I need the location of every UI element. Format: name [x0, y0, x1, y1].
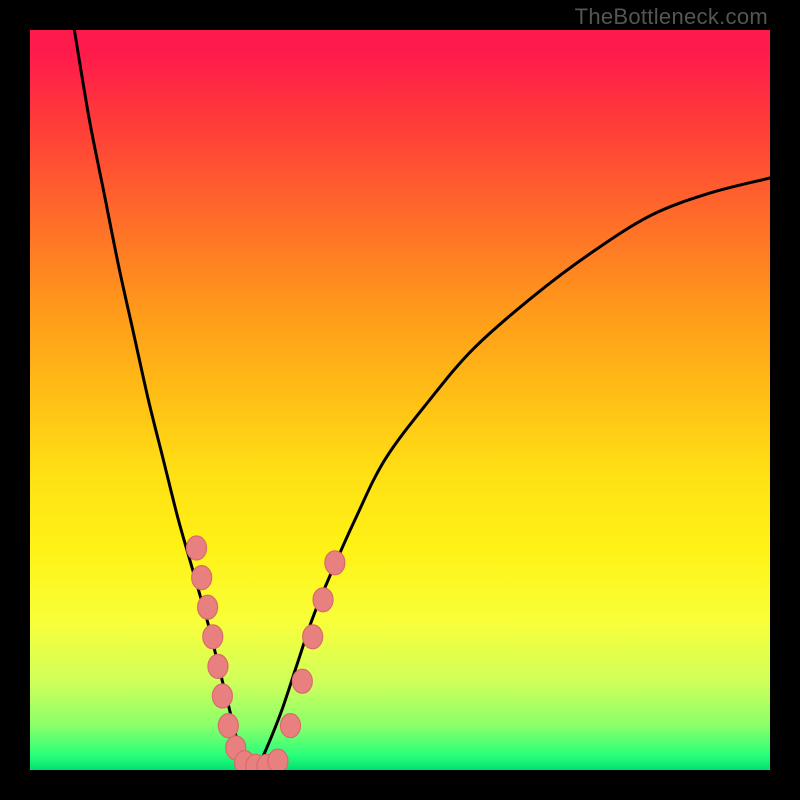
data-dot [313, 588, 333, 612]
data-dot [218, 714, 238, 738]
plot-area [30, 30, 770, 770]
data-dot [187, 536, 207, 560]
watermark-text: TheBottleneck.com [575, 4, 768, 30]
data-dot [292, 669, 312, 693]
data-dot [212, 684, 232, 708]
data-dot [192, 566, 212, 590]
data-dot [203, 625, 223, 649]
data-dot [198, 595, 218, 619]
data-dots [187, 536, 345, 770]
outer-frame: TheBottleneck.com [0, 0, 800, 800]
data-dot [325, 551, 345, 575]
data-dot [303, 625, 323, 649]
curve-right-arm [252, 178, 770, 770]
chart-svg [30, 30, 770, 770]
data-dot [268, 749, 288, 770]
data-dot [280, 714, 300, 738]
data-dot [208, 654, 228, 678]
